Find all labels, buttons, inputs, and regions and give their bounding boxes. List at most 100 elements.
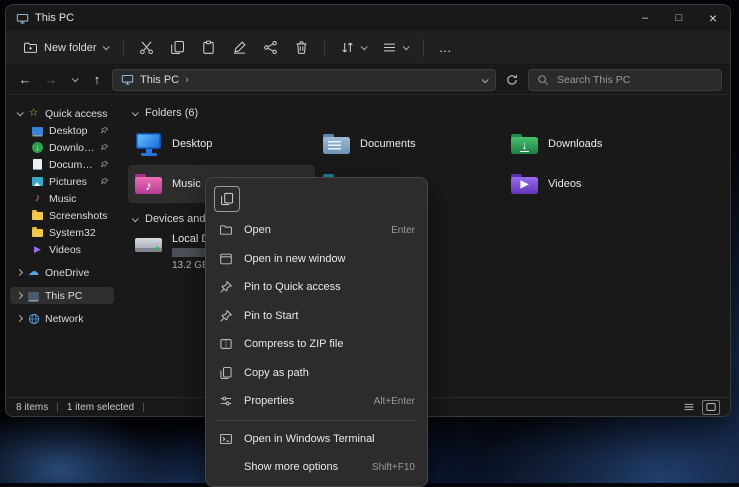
navigation-pane: ☆ Quick access Desktop ↓ Downloads Docum… xyxy=(6,95,118,397)
forward-button[interactable]: → xyxy=(40,72,62,87)
window-controls: – □ × xyxy=(628,5,730,31)
new-folder-icon xyxy=(23,40,38,55)
folder-name: Videos xyxy=(548,178,581,190)
chevron-down-icon[interactable] xyxy=(132,215,139,222)
maximize-button[interactable]: □ xyxy=(662,5,696,31)
maximize-icon: □ xyxy=(676,12,683,24)
quick-access-icon: ☆ xyxy=(27,107,40,120)
chevron-down-icon xyxy=(402,43,409,50)
sidebar-item-downloads[interactable]: ↓ Downloads xyxy=(10,139,114,156)
sidebar-item-label: Videos xyxy=(49,244,81,256)
folder-name: Desktop xyxy=(172,138,212,150)
onedrive-icon: ☁ xyxy=(27,266,40,279)
more-options-button[interactable]: … xyxy=(432,35,460,61)
sidebar-item-label: System32 xyxy=(49,227,96,239)
sidebar-item-this-pc[interactable]: This PC xyxy=(10,287,114,304)
hard-drive-icon xyxy=(134,233,164,259)
sidebar-item-videos[interactable]: ▶ Videos xyxy=(10,241,114,258)
cut-button[interactable] xyxy=(132,35,161,61)
context-menu-icon-bar xyxy=(210,182,423,216)
chevron-right-icon[interactable] xyxy=(16,269,23,276)
up-button[interactable]: ↑ xyxy=(86,72,108,87)
context-menu: Open Enter Open in new window Pin to Qui… xyxy=(205,177,428,487)
address-bar[interactable]: This PC › xyxy=(112,69,496,91)
recent-locations-button[interactable] xyxy=(66,77,82,82)
folder-tile-videos[interactable]: ▶ Videos xyxy=(504,165,691,203)
folder-tile-desktop[interactable]: Desktop xyxy=(128,125,315,163)
search-box[interactable] xyxy=(528,69,722,91)
back-button[interactable]: ← xyxy=(14,72,36,87)
new-folder-button[interactable]: New folder xyxy=(16,35,115,61)
open-icon xyxy=(218,223,234,237)
sidebar-item-screenshots[interactable]: Screenshots xyxy=(10,207,114,224)
copy-icon xyxy=(220,192,234,206)
folder-tile-documents[interactable]: Documents xyxy=(316,125,503,163)
properties-icon xyxy=(218,394,234,408)
network-icon xyxy=(27,312,40,325)
folder-name: Music xyxy=(172,178,201,190)
chevron-down-icon[interactable] xyxy=(132,109,139,116)
menu-item-open-in-windows-terminal[interactable]: Open in Windows Terminal xyxy=(210,425,423,454)
minimize-button[interactable]: – xyxy=(628,5,662,31)
refresh-button[interactable] xyxy=(500,73,524,87)
share-button[interactable] xyxy=(256,35,285,61)
minimize-icon: – xyxy=(642,12,648,24)
sidebar-item-music[interactable]: ♪ Music xyxy=(10,190,114,207)
menu-item-compress-to-zip[interactable]: Compress to ZIP file xyxy=(210,330,423,359)
view-button[interactable] xyxy=(375,35,415,61)
sort-button[interactable] xyxy=(333,35,373,61)
copy-path-icon xyxy=(218,366,234,380)
menu-item-shortcut: Alt+Enter xyxy=(374,396,415,407)
copy-icon xyxy=(170,40,185,55)
copy-button[interactable] xyxy=(163,35,192,61)
sidebar-item-label: This PC xyxy=(45,290,82,302)
details-view-button[interactable] xyxy=(680,400,698,415)
delete-button[interactable] xyxy=(287,35,316,61)
close-button[interactable]: × xyxy=(696,5,730,31)
sidebar-item-desktop[interactable]: Desktop xyxy=(10,122,114,139)
navigation-bar: ← → ↑ This PC › xyxy=(6,65,730,95)
folder-tile-downloads[interactable]: ↓ Downloads xyxy=(504,125,691,163)
cut-icon xyxy=(139,40,154,55)
window-tab[interactable]: This PC xyxy=(16,12,74,25)
menu-item-open[interactable]: Open Enter xyxy=(210,216,423,245)
menu-item-label: Open in new window xyxy=(244,253,346,265)
menu-item-properties[interactable]: Properties Alt+Enter xyxy=(210,387,423,416)
pin-icon xyxy=(100,160,109,169)
folders-section-header[interactable]: Folders (6) xyxy=(132,107,730,119)
sidebar-item-onedrive[interactable]: ☁ OneDrive xyxy=(10,264,114,281)
new-window-icon xyxy=(218,252,234,266)
search-input[interactable] xyxy=(555,73,713,87)
sidebar-item-label: Quick access xyxy=(45,108,107,120)
sidebar-item-network[interactable]: Network xyxy=(10,310,114,327)
address-dropdown-button[interactable] xyxy=(482,74,487,86)
chevron-down-icon[interactable] xyxy=(17,109,24,116)
menu-item-show-more-options[interactable]: Show more options Shift+F10 xyxy=(210,453,423,482)
rename-button[interactable] xyxy=(225,35,254,61)
paste-button[interactable] xyxy=(194,35,223,61)
chevron-right-icon[interactable] xyxy=(16,315,23,322)
copy-icon-button[interactable] xyxy=(214,186,240,212)
chevron-right-icon[interactable] xyxy=(16,292,23,299)
menu-item-copy-as-path[interactable]: Copy as path xyxy=(210,359,423,388)
sidebar-item-pictures[interactable]: Pictures xyxy=(10,173,114,190)
documents-folder-icon xyxy=(322,131,352,157)
menu-item-pin-to-quick-access[interactable]: Pin to Quick access xyxy=(210,273,423,302)
sidebar-item-documents[interactable]: Documents xyxy=(10,156,114,173)
menu-item-open-in-new-window[interactable]: Open in new window xyxy=(210,245,423,274)
terminal-icon xyxy=(218,432,234,446)
sidebar-item-quick-access[interactable]: ☆ Quick access xyxy=(10,105,114,122)
menu-item-label: Open xyxy=(244,224,271,236)
menu-item-label: Pin to Start xyxy=(244,310,298,322)
breadcrumb[interactable]: This PC xyxy=(140,74,179,86)
sidebar-item-system32[interactable]: System32 xyxy=(10,224,114,241)
this-pc-icon xyxy=(16,12,29,25)
thumbnail-view-button[interactable] xyxy=(702,400,720,415)
menu-item-shortcut: Shift+F10 xyxy=(372,462,415,473)
refresh-icon xyxy=(505,73,519,87)
sidebar-item-label: Desktop xyxy=(49,125,88,137)
search-icon xyxy=(537,74,549,86)
sidebar-item-label: Network xyxy=(45,313,84,325)
menu-separator xyxy=(216,420,417,421)
menu-item-pin-to-start[interactable]: Pin to Start xyxy=(210,302,423,331)
